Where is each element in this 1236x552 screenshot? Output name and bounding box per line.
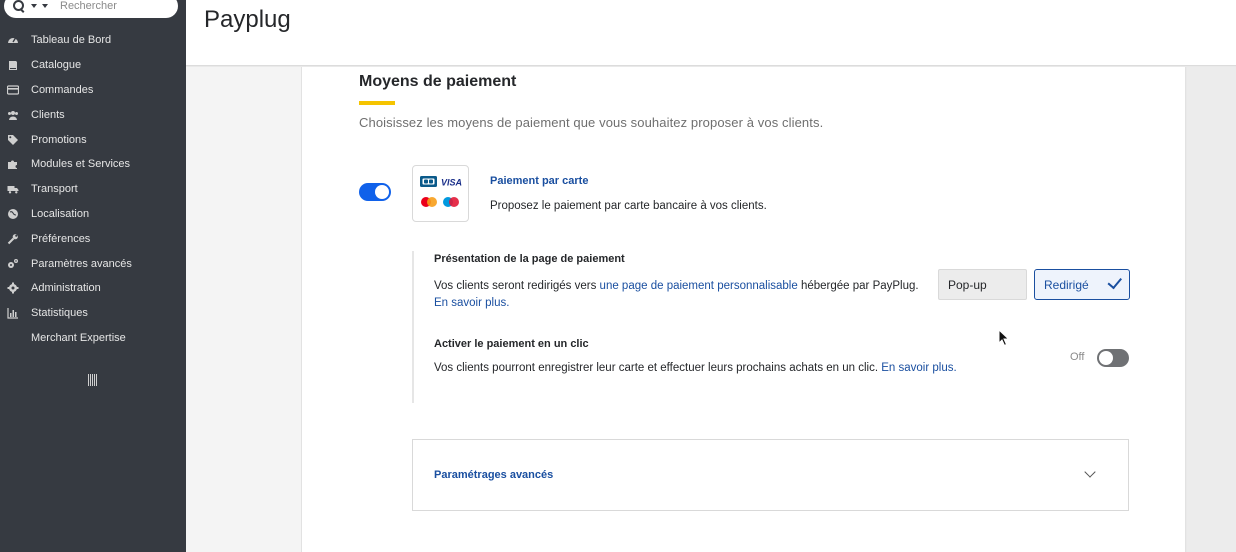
sidebar: Tableau de Bord Catalogue Commandes Clie…: [0, 0, 186, 552]
search-box[interactable]: [4, 0, 178, 18]
one-click-description: Vos clients pourront enregistrer leur ca…: [434, 362, 957, 374]
content-gutter-right: [1187, 67, 1236, 552]
presentation-description: Vos clients seront redirigés vers une pa…: [434, 278, 924, 312]
content-gutter-left: [186, 67, 301, 552]
sidebar-item-label: Transport: [31, 183, 78, 196]
book-icon: [7, 59, 19, 71]
option-popup-button[interactable]: Pop-up: [938, 269, 1027, 300]
sidebar-item-label: Merchant Expertise: [31, 331, 126, 344]
sidebar-item-label: Clients: [31, 108, 65, 121]
cogs-icon: [7, 258, 19, 270]
sidebar-item-administration[interactable]: Administration: [0, 276, 186, 301]
sidebar-item-transport[interactable]: Transport: [0, 177, 186, 202]
advanced-settings-accordion[interactable]: Paramétrages avancés: [412, 439, 1129, 511]
sidebar-item-label: Promotions: [31, 133, 87, 146]
sidebar-nav: Tableau de Bord Catalogue Commandes Clie…: [0, 28, 186, 350]
sidebar-item-label: Statistiques: [31, 307, 88, 320]
sidebar-item-modules[interactable]: Modules et Services: [0, 152, 186, 177]
credit-card-icon: [7, 84, 19, 96]
sidebar-collapse-icon[interactable]: [88, 374, 98, 386]
sidebar-item-statistics[interactable]: Statistiques: [0, 301, 186, 326]
sidebar-item-label: Commandes: [31, 83, 94, 96]
sidebar-item-label: Modules et Services: [31, 158, 131, 171]
chevron-down-icon[interactable]: [1084, 466, 1096, 478]
sidebar-item-label: Administration: [31, 282, 101, 295]
gear-icon: [7, 282, 19, 294]
puzzle-icon: [7, 158, 19, 170]
learn-more-link[interactable]: En savoir plus.: [434, 297, 509, 309]
search-input[interactable]: [60, 0, 170, 12]
option-redirect-button[interactable]: Redirigé: [1034, 269, 1130, 300]
wrench-icon: [7, 233, 19, 245]
sidebar-item-localisation[interactable]: Localisation: [0, 202, 186, 227]
presentation-title: Présentation de la page de paiement: [434, 253, 625, 265]
sidebar-item-label: Préférences: [31, 232, 91, 245]
sidebar-item-clients[interactable]: Clients: [0, 102, 186, 127]
sidebar-item-label: Localisation: [31, 207, 90, 220]
section-description: Choisissez les moyens de paiement que vo…: [359, 115, 824, 130]
one-click-state-label: Off: [1070, 351, 1085, 363]
page-title: Payplug: [204, 6, 291, 33]
users-icon: [7, 109, 19, 121]
section-title-underline: [359, 101, 395, 105]
bar-chart-icon: [7, 307, 19, 319]
option-redirect-label: Redirigé: [1044, 277, 1089, 292]
one-click-text: Vos clients pourront enregistrer leur ca…: [434, 362, 882, 374]
sidebar-item-merchant-expertise[interactable]: Merchant Expertise: [0, 326, 186, 351]
card-payment-description: Proposez le paiement par carte bancaire …: [490, 200, 767, 212]
subsection-divider: [412, 251, 414, 403]
one-click-toggle[interactable]: [1097, 349, 1129, 367]
sidebar-item-catalog[interactable]: Catalogue: [0, 53, 186, 78]
search-icon[interactable]: [13, 0, 25, 12]
card-payment-title[interactable]: Paiement par carte: [490, 175, 588, 187]
chevron-down-icon[interactable]: [31, 4, 37, 8]
truck-icon: [7, 183, 19, 195]
globe-icon: [7, 208, 19, 220]
sidebar-item-label: Catalogue: [31, 59, 82, 72]
dashboard-icon: [7, 34, 19, 46]
section-title: Moyens de paiement: [359, 73, 517, 90]
sidebar-item-label: Tableau de Bord: [31, 34, 112, 47]
one-click-learn-more-link[interactable]: En savoir plus.: [881, 362, 956, 374]
advanced-settings-title: Paramétrages avancés: [434, 469, 554, 481]
one-click-title: Activer le paiement en un clic: [434, 338, 589, 350]
chevron-down-icon[interactable]: [42, 4, 48, 8]
page-header: Payplug: [186, 0, 1236, 66]
sidebar-item-advanced-params[interactable]: Paramètres avancés: [0, 251, 186, 276]
customizable-page-link[interactable]: une page de paiement personnalisable: [600, 280, 798, 292]
payment-methods-panel: Moyens de paiement Choisissez les moyens…: [301, 67, 1186, 552]
visa-logo: VISA: [441, 178, 462, 188]
tags-icon: [7, 134, 19, 146]
card-brands-logo: VISA: [412, 165, 469, 222]
sidebar-item-label: Paramètres avancés: [31, 257, 132, 270]
check-icon: [1107, 274, 1122, 290]
sidebar-item-orders[interactable]: Commandes: [0, 78, 186, 103]
presentation-text: Vos clients seront redirigés vers: [434, 280, 600, 292]
sidebar-item-preferences[interactable]: Préférences: [0, 226, 186, 251]
presentation-text: hébergée par PayPlug.: [797, 280, 919, 292]
mouse-cursor-icon: [998, 329, 1010, 347]
card-payment-toggle[interactable]: [359, 183, 391, 201]
sidebar-item-dashboard[interactable]: Tableau de Bord: [0, 28, 186, 53]
sidebar-item-promotions[interactable]: Promotions: [0, 127, 186, 152]
